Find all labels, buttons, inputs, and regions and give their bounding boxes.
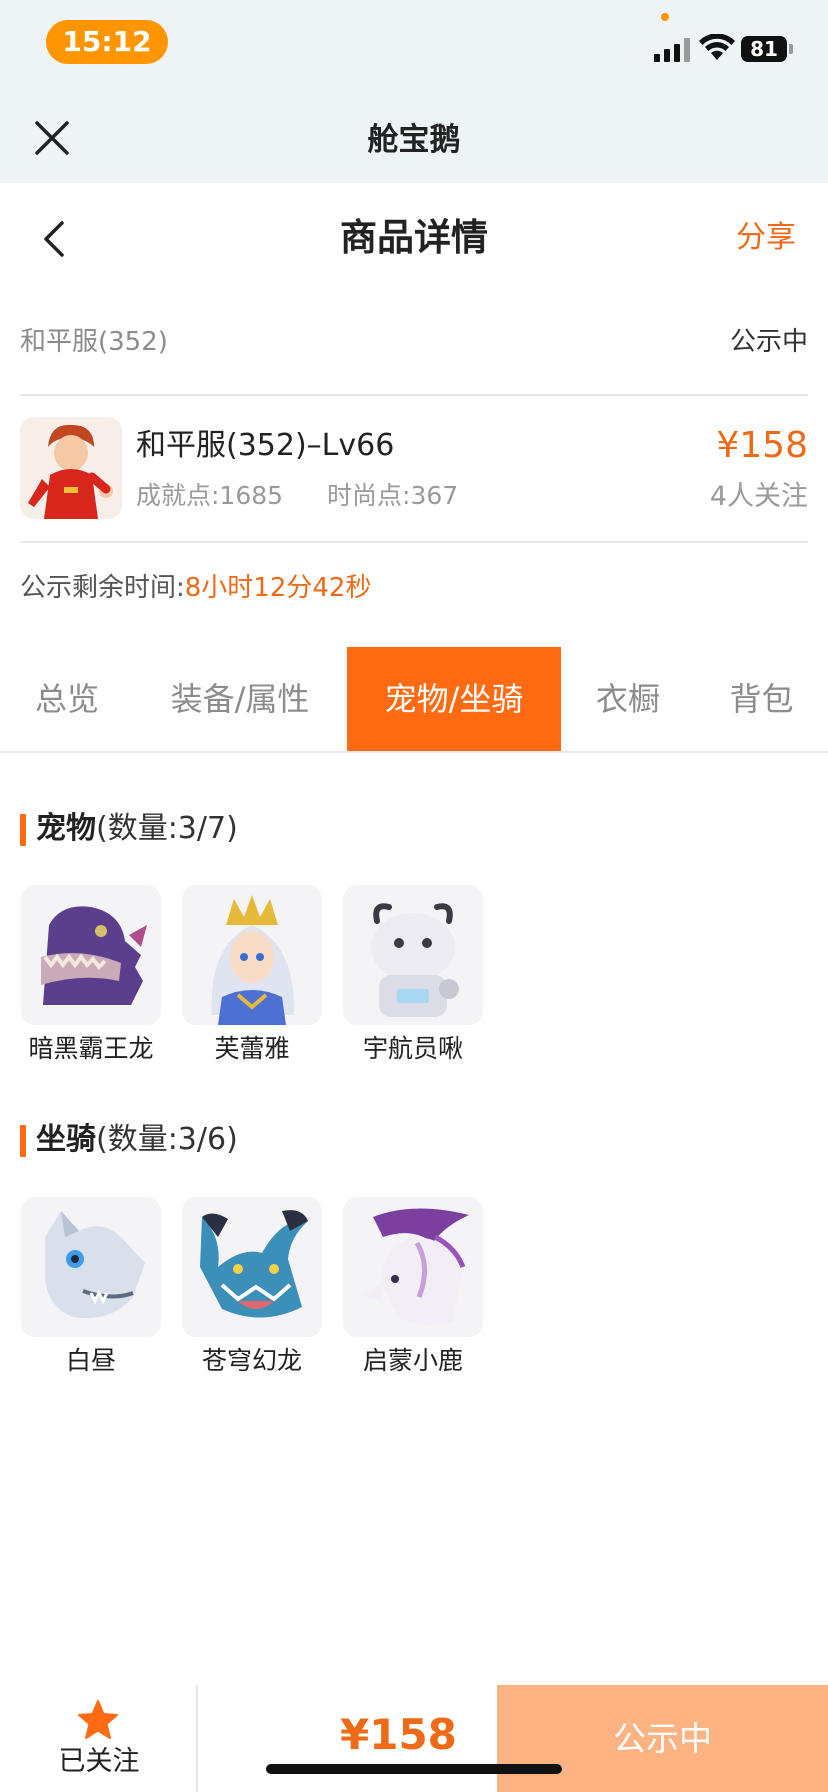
share-button[interactable]: 分享 [736, 216, 796, 260]
pet-name: 暗黑霸王龙 [28, 1034, 154, 1063]
mount-item[interactable]: 白昼 [21, 1197, 161, 1379]
mounts-title: 坐骑 [36, 1122, 96, 1157]
pet-item[interactable]: 宇航员啾 [343, 885, 483, 1067]
pet-item[interactable]: 芙蕾雅 [182, 885, 322, 1067]
privacy-indicator-dot [661, 13, 669, 21]
pet-image [21, 885, 161, 1025]
tab-wardrobe[interactable]: 衣橱 [561, 647, 695, 751]
bottom-action-bar: 已关注 ¥158 公示中 [0, 1685, 828, 1792]
fashion-points: 时尚点:367 [327, 481, 459, 510]
miniapp-title: 舱宝鹅 [367, 122, 461, 158]
page-header: 商品详情 分享 [0, 183, 828, 293]
page-title: 商品详情 [340, 216, 488, 259]
pet-name: 宇航员啾 [362, 1034, 463, 1063]
pet-image [182, 885, 322, 1025]
battery-level: 81 [741, 36, 787, 62]
tab-backpack[interactable]: 背包 [695, 647, 828, 751]
pet-image [343, 885, 483, 1025]
battery-icon: 81 [741, 36, 793, 62]
divider [20, 394, 808, 396]
follow-label: 已关注 [58, 1746, 140, 1777]
follow-button[interactable]: 已关注 [0, 1685, 198, 1792]
divider [20, 541, 808, 543]
section-title: 坐骑(数量:3/6) [36, 1118, 238, 1162]
star-icon [78, 1700, 118, 1739]
tab-pets-mounts[interactable]: 宠物/坐骑 [347, 647, 561, 751]
product-stats: 成就点:1685 时尚点:367 [136, 476, 458, 516]
product-name: 和平服(352)–Lv66 [136, 428, 395, 463]
countdown-row: 公示剩余时间:8小时12分42秒 [20, 568, 371, 608]
detail-tabs: 总览 装备/属性 宠物/坐骑 衣橱 背包 [0, 647, 828, 753]
section-accent-bar [20, 1125, 26, 1157]
tab-overview[interactable]: 总览 [0, 647, 134, 751]
character-avatar [20, 417, 122, 519]
pet-item[interactable]: 暗黑霸王龙 [21, 885, 161, 1067]
mount-name: 白昼 [65, 1346, 116, 1375]
cellular-signal-icon [654, 38, 692, 62]
countdown-value: 8小时12分42秒 [184, 573, 372, 603]
section-title: 宠物(数量:3/7) [36, 807, 238, 851]
pet-name: 芙蕾雅 [214, 1034, 290, 1063]
mounts-count: (数量:3/6) [96, 1122, 238, 1157]
mount-name: 苍穹幻龙 [201, 1346, 302, 1375]
status-time: 15:12 [46, 20, 168, 64]
pets-title: 宠物 [36, 811, 96, 846]
mount-image [21, 1197, 161, 1337]
server-row: 和平服(352) 公示中 [20, 320, 808, 364]
top-area: 15:12 81 舱宝鹅 [0, 0, 828, 183]
tab-equipment[interactable]: 装备/属性 [134, 647, 346, 751]
pets-count: (数量:3/7) [96, 811, 238, 846]
mount-item[interactable]: 启蒙小鹿 [343, 1197, 483, 1379]
countdown-label: 公示剩余时间: [20, 573, 185, 603]
section-accent-bar [20, 814, 26, 846]
server-status: 公示中 [729, 327, 808, 357]
product-price: ¥158 [716, 425, 808, 466]
mount-name: 启蒙小鹿 [362, 1346, 463, 1375]
follower-count: 4人关注 [709, 481, 808, 512]
wifi-icon [699, 34, 735, 60]
bottom-price: ¥158 [340, 1710, 457, 1759]
home-indicator [266, 1764, 562, 1774]
mount-image [343, 1197, 483, 1337]
mount-item[interactable]: 苍穹幻龙 [182, 1197, 322, 1379]
status-action-button[interactable]: 公示中 [497, 1685, 828, 1792]
server-name: 和平服(352) [20, 327, 168, 357]
mount-image [182, 1197, 322, 1337]
achievement-points: 成就点:1685 [136, 481, 284, 510]
